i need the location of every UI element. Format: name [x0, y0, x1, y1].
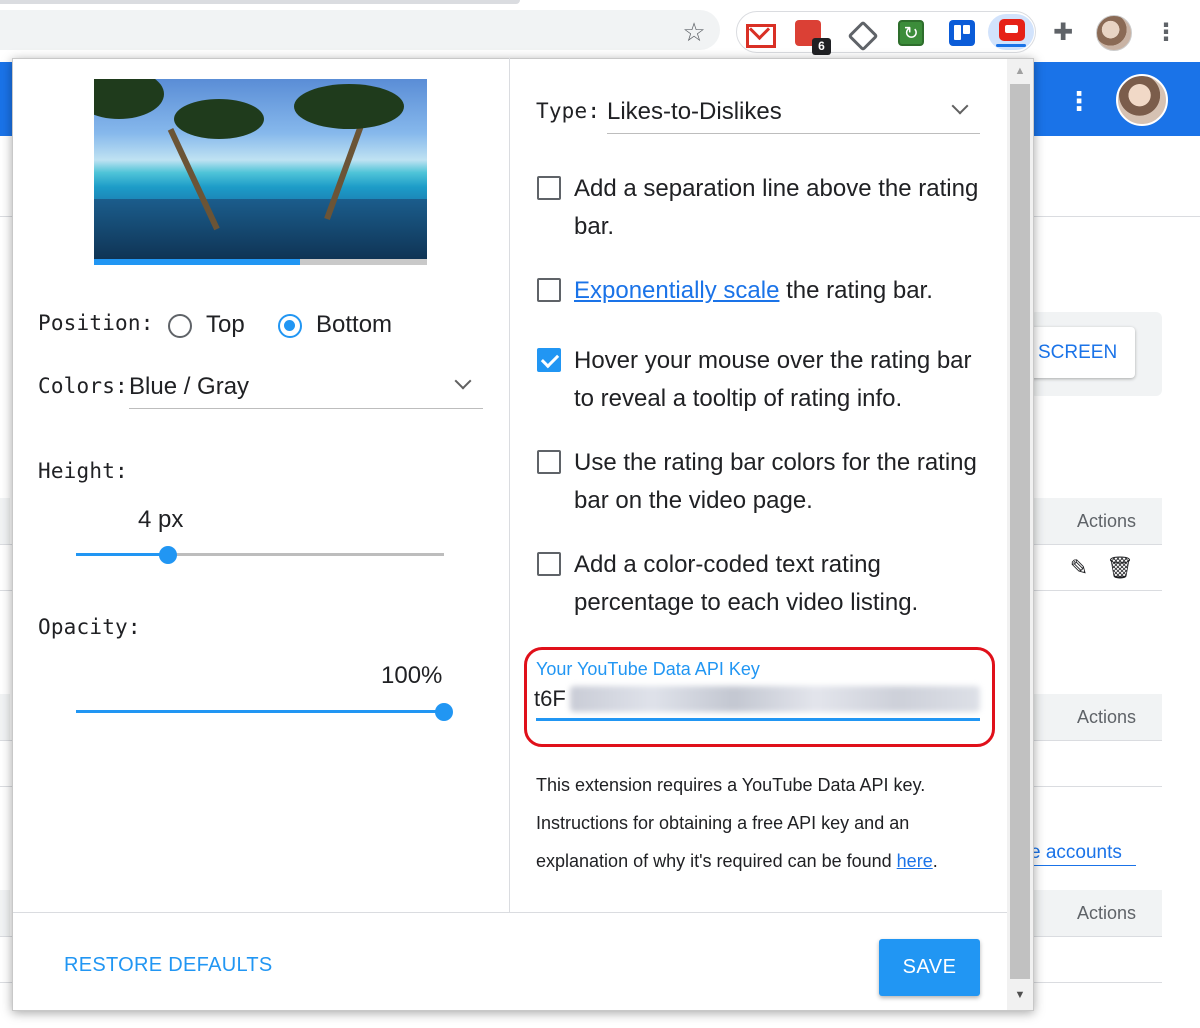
return-youtube-dislike-icon[interactable]	[999, 19, 1025, 41]
refresh-extension-icon[interactable]	[898, 20, 924, 46]
background-actions-header: Actions	[1030, 890, 1162, 936]
background-actions-header: Actions	[1030, 498, 1162, 544]
scrollbar-thumb[interactable]	[1010, 84, 1030, 979]
position-top-radio[interactable]	[168, 314, 192, 338]
api-key-help-text: This extension requires a YouTube Data A…	[536, 766, 986, 880]
colors-select[interactable]: Blue / Gray	[129, 367, 483, 409]
column-divider	[509, 58, 510, 912]
gmail-icon[interactable]	[745, 20, 776, 48]
address-bar[interactable]	[0, 10, 720, 50]
opacity-slider-thumb[interactable]	[435, 703, 453, 721]
height-label: Height:	[38, 459, 128, 483]
exponential-scale-checkbox[interactable]	[537, 278, 561, 302]
background-table-header-left	[0, 890, 10, 936]
puzzle-icon[interactable]: ✚	[1050, 20, 1076, 46]
preview-rating-bar-fill	[94, 259, 300, 265]
scroll-down-arrow-icon[interactable]: ▼	[1007, 986, 1033, 1004]
profile-avatar[interactable]	[1096, 15, 1132, 51]
type-select[interactable]: Likes-to-Dislikes	[607, 92, 980, 134]
colors-label: Colors:	[38, 374, 128, 398]
pencil-icon[interactable]: ✎	[1067, 556, 1091, 580]
position-bottom-label[interactable]: Bottom	[316, 311, 392, 339]
help-text-body: This extension requires a YouTube Data A…	[536, 775, 926, 871]
save-button[interactable]: SAVE	[879, 939, 980, 996]
api-key-redacted	[570, 686, 980, 712]
opacity-label: Opacity:	[38, 615, 141, 639]
todoist-badge: 6	[812, 38, 831, 55]
trello-icon[interactable]	[949, 20, 975, 46]
help-text-suffix: .	[932, 851, 938, 871]
video-page-colors-text[interactable]: Use the rating bar colors for the rating…	[574, 444, 994, 520]
position-label: Position:	[38, 311, 154, 335]
background-actions-header: Actions	[1030, 694, 1162, 740]
opacity-value: 100%	[381, 662, 443, 689]
height-slider-fill	[76, 553, 168, 556]
preview-thumbnail	[94, 79, 427, 259]
exponential-scale-suffix: the rating bar.	[779, 277, 933, 304]
restore-defaults-button[interactable]: RESTORE DEFAULTS	[64, 954, 273, 977]
star-icon[interactable]: ☆	[680, 18, 708, 46]
footer-divider	[13, 912, 1008, 913]
position-top-label[interactable]: Top	[206, 311, 245, 339]
opacity-slider-fill	[76, 710, 444, 713]
background-table-header-left	[0, 498, 10, 544]
type-label: Type:	[536, 99, 601, 123]
height-slider-thumb[interactable]	[159, 546, 177, 564]
text-rating-text[interactable]: Add a color-coded text rating percentage…	[574, 546, 994, 622]
api-key-label: Your YouTube Data API Key	[536, 659, 760, 679]
video-page-colors-checkbox[interactable]	[537, 450, 561, 474]
background-kebab-icon[interactable]: ⋮	[1066, 84, 1092, 118]
active-extension-indicator	[996, 44, 1026, 47]
tab-strip	[0, 0, 520, 4]
background-avatar[interactable]	[1116, 74, 1168, 126]
height-value: 4 px	[138, 506, 184, 533]
separation-line-checkbox[interactable]	[537, 176, 561, 200]
position-bottom-radio[interactable]	[278, 314, 302, 338]
tooltip-checkbox[interactable]	[537, 348, 561, 372]
type-select-value: Likes-to-Dislikes	[607, 98, 782, 125]
background-table-header-left	[0, 694, 10, 740]
feedly-icon[interactable]	[847, 20, 873, 46]
kebab-menu-icon[interactable]: ⋮	[1154, 18, 1178, 48]
exponentially-scale-link[interactable]: Exponentially scale	[574, 277, 779, 304]
colors-select-value: Blue / Gray	[129, 373, 250, 400]
scroll-up-arrow-icon[interactable]: ▲	[1007, 62, 1033, 80]
background-screen-button[interactable]: SCREEN	[1030, 327, 1135, 378]
trash-icon[interactable]: 🗑	[1106, 556, 1134, 580]
api-key-input[interactable]: t6F	[534, 686, 566, 712]
help-here-link[interactable]: here	[897, 851, 933, 871]
api-key-underline	[536, 718, 980, 721]
text-rating-checkbox[interactable]	[537, 552, 561, 576]
chevron-down-icon	[454, 372, 472, 390]
separation-line-text[interactable]: Add a separation line above the rating b…	[574, 170, 994, 246]
background-accounts-link[interactable]: e accounts	[1030, 840, 1136, 866]
tooltip-text[interactable]: Hover your mouse over the rating bar to …	[574, 342, 994, 418]
chevron-down-icon	[951, 97, 969, 115]
exponential-scale-text[interactable]: Exponentially scale the rating bar.	[574, 272, 994, 310]
